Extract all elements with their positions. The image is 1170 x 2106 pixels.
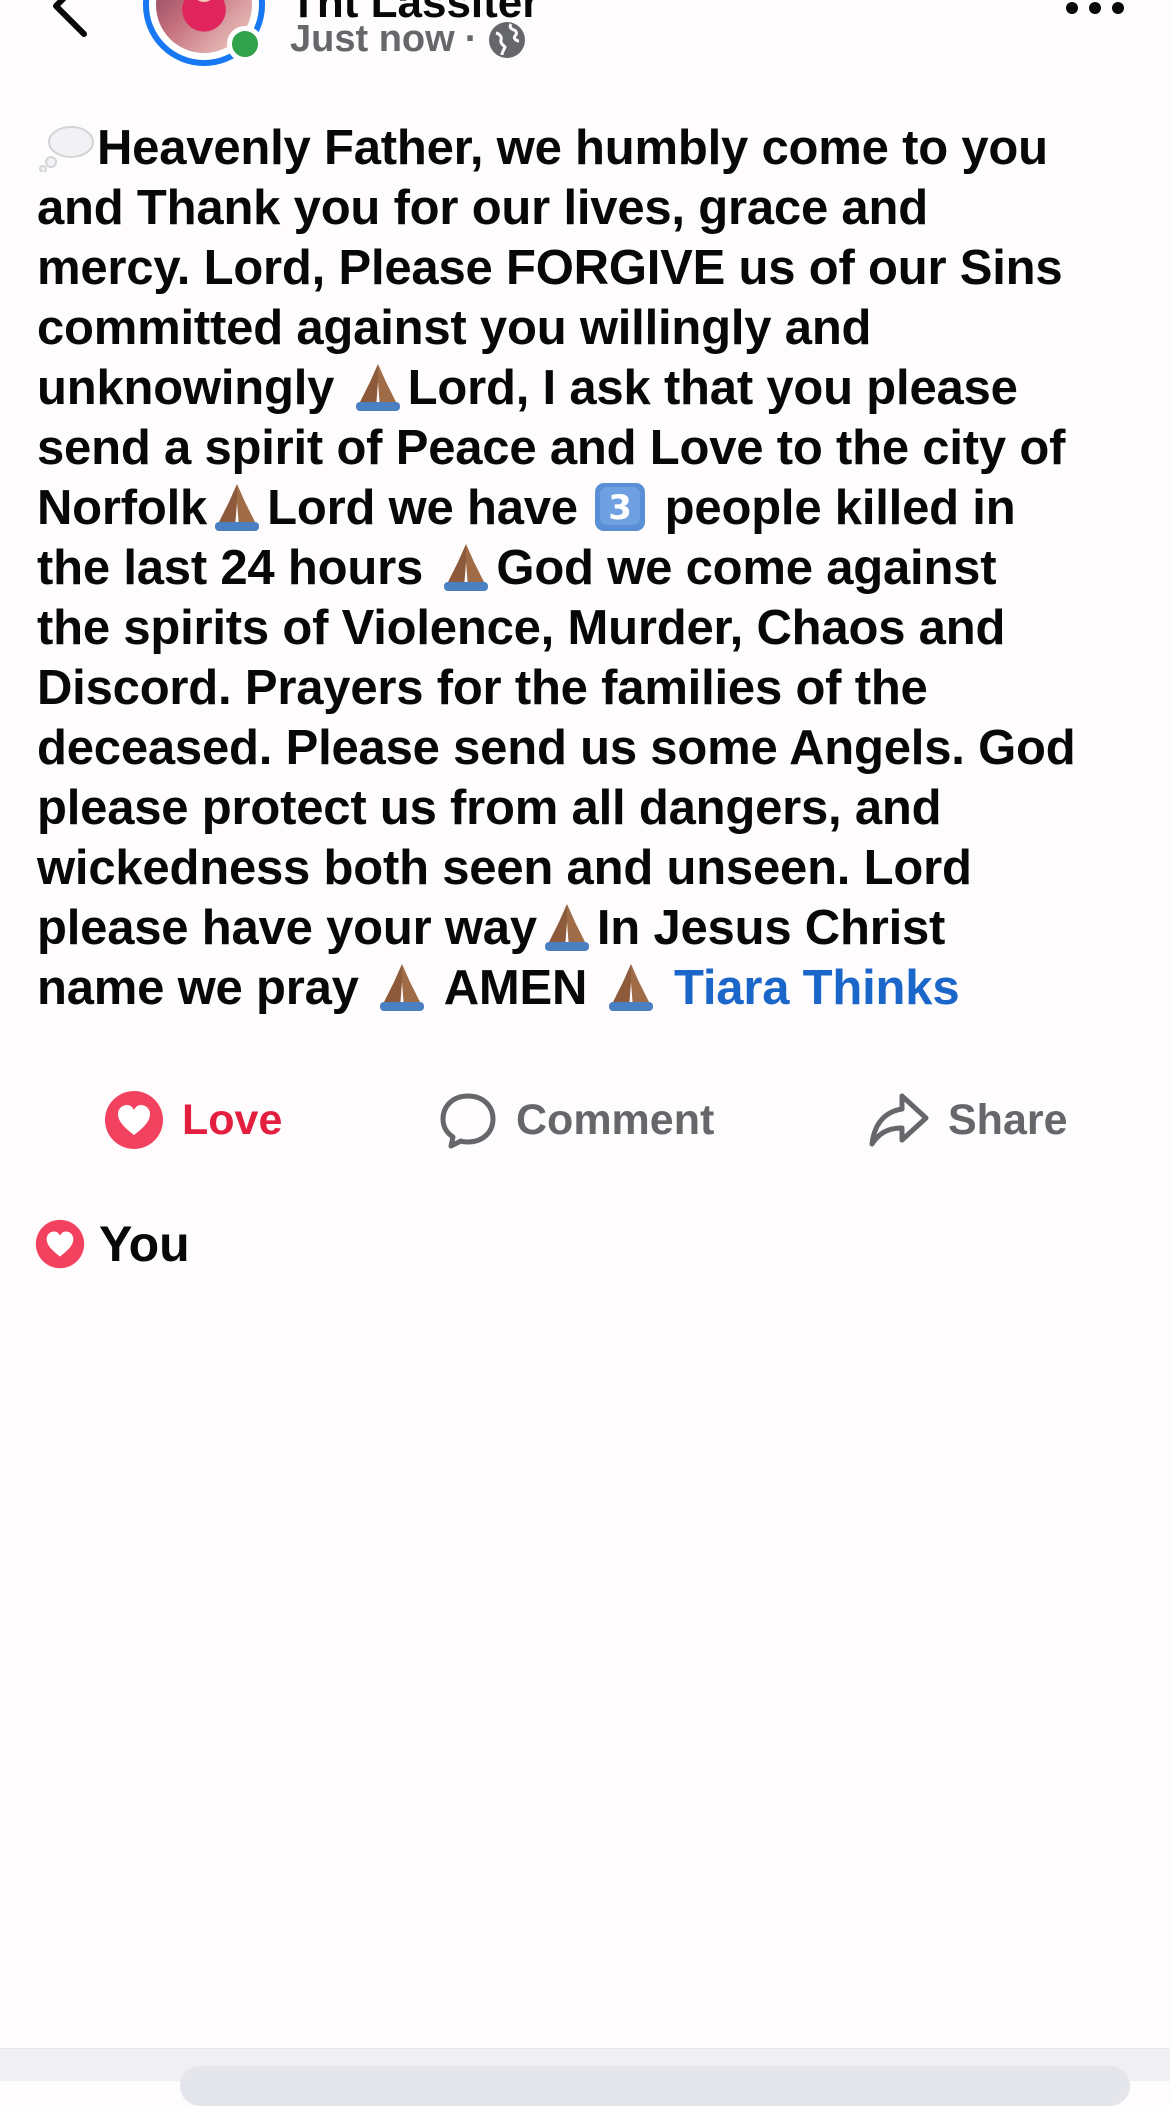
share-icon: [869, 1093, 929, 1147]
reactions-text: You: [99, 1216, 190, 1272]
comment-input-pill[interactable]: [180, 2066, 1130, 2106]
post-line: please have your way In Jesus Christ: [37, 901, 946, 955]
post-meta: Just now ·: [290, 18, 527, 61]
online-status-dot: [227, 26, 263, 62]
post-line: Discord. Prayers for the families of the: [37, 661, 928, 715]
post-line: the spirits of Violence, Murder, Chaos a…: [37, 601, 1006, 655]
post-header: Tnt Lassiter Just now ·: [0, 0, 1170, 110]
keycap-three-icon: 3: [595, 483, 646, 531]
timestamp[interactable]: Just now: [290, 18, 455, 61]
share-label: Share: [948, 1095, 1068, 1144]
post-line: send a spirit of Peace and Love to the c…: [37, 421, 1066, 475]
post-line: deceased. Please send us some Angels. Go…: [37, 721, 1076, 775]
comment-icon: [440, 1093, 496, 1149]
folded-hands-icon: [380, 964, 425, 1011]
folded-hands-icon: [215, 484, 260, 531]
love-button[interactable]: Love: [104, 1080, 282, 1160]
avatar[interactable]: [143, 0, 265, 66]
love-reaction-icon: [35, 1219, 85, 1269]
page-mention-link[interactable]: Tiara Thinks: [674, 961, 960, 1015]
post-line: committed against you willingly and: [37, 301, 872, 355]
comment-label: Comment: [516, 1095, 715, 1144]
reactions-summary[interactable]: You: [35, 1215, 190, 1273]
share-button[interactable]: Share: [868, 1080, 1068, 1160]
post-text: Heavenly Father, we humbly come to you a…: [37, 118, 1137, 1018]
post-line: unknowingly Lord, I ask that you please: [37, 361, 1018, 415]
love-reaction-icon: [105, 1091, 163, 1149]
svg-text:3: 3: [609, 488, 632, 528]
folded-hands-icon: [544, 904, 589, 951]
post-line: Heavenly Father, we humbly come to you: [37, 118, 1137, 178]
post-line: Norfolk Lord we have 3 people killed in: [37, 481, 1016, 535]
post-line: name we pray AMEN Tiara Thinks: [37, 961, 960, 1015]
action-bar: Love Comment Share: [0, 1080, 1170, 1160]
post-line: the last 24 hours God we come against: [37, 541, 997, 595]
post-line: wickedness both seen and unseen. Lord: [37, 841, 972, 895]
post-line: and Thank you for our lives, grace and: [37, 181, 928, 235]
post-line: mercy. Lord, Please FORGIVE us of our Si…: [37, 241, 1063, 295]
folded-hands-icon: [355, 364, 400, 411]
love-label: Love: [182, 1095, 283, 1144]
globe-icon: [489, 21, 526, 58]
more-dots-icon[interactable]: [1060, 0, 1130, 26]
back-icon[interactable]: [40, 0, 100, 52]
comment-button[interactable]: Comment: [438, 1080, 714, 1160]
meta-separator: ·: [464, 18, 478, 60]
folded-hands-icon: [608, 964, 653, 1011]
post-line: please protect us from all dangers, and: [37, 781, 942, 835]
folded-hands-icon: [444, 544, 489, 591]
thought-balloon-icon: [39, 126, 94, 172]
